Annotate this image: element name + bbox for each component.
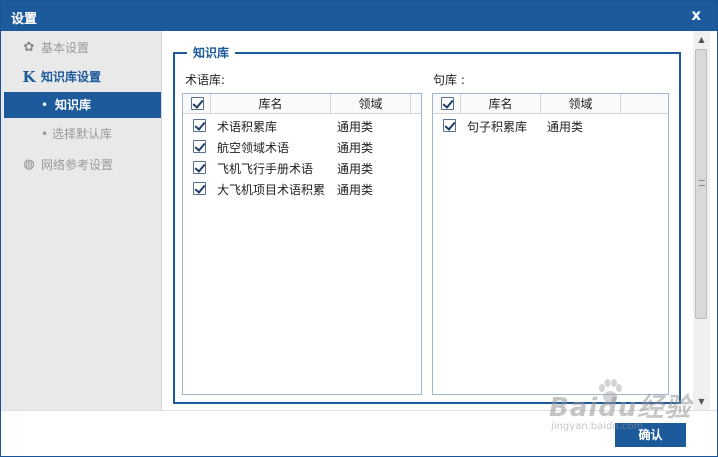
bullet-icon: • <box>41 127 49 141</box>
sidebar-item-label: 知识库 <box>55 98 92 112</box>
row-checkbox[interactable] <box>443 119 456 132</box>
header-checkbox-cell <box>183 94 211 114</box>
confirm-button[interactable]: 确认 <box>615 423 686 447</box>
table-row[interactable]: 大飞机项目术语积累 通用类 <box>183 179 421 200</box>
main-content: 知识库 术语库: 库名 领域 术语积累库 通用类 航空领域术语 通用类 飞机飞行… <box>163 31 693 410</box>
library-name: 术语积累库 <box>217 120 278 134</box>
table-row[interactable]: 句子积累库 通用类 <box>433 116 668 137</box>
dialog-footer: 确认 <box>1 410 717 456</box>
sidebar-item-knowledge-settings[interactable]: K 知识库设置 <box>1 64 162 90</box>
sidebar-item-default-library[interactable]: • 选择默认库 <box>1 121 162 147</box>
header-checkbox-cell <box>433 94 461 114</box>
select-all-checkbox[interactable] <box>441 97 454 110</box>
table-row[interactable]: 飞机飞行手册术语 通用类 <box>183 158 421 179</box>
sidebar-item-basic-settings[interactable]: ✿ 基本设置 <box>1 35 162 61</box>
select-all-checkbox[interactable] <box>191 97 204 110</box>
title-bar: 设置 x <box>1 1 717 31</box>
bullet-icon: • <box>41 98 49 112</box>
row-checkbox[interactable] <box>193 140 206 153</box>
sidebar-item-network-reference[interactable]: ◍ 网络参考设置 <box>1 152 162 178</box>
k-logo-icon: K <box>22 68 36 86</box>
sidebar-item-label: 网络参考设置 <box>41 158 114 172</box>
sentence-library-label: 句库 : <box>433 73 465 87</box>
library-name: 句子积累库 <box>467 120 528 134</box>
sidebar-item-label: 选择默认库 <box>52 127 113 141</box>
term-library-list[interactable]: 库名 领域 术语积累库 通用类 航空领域术语 通用类 飞机飞行手册术语 通用类 … <box>182 93 422 395</box>
library-name: 大飞机项目术语积累 <box>217 183 326 197</box>
column-header-name[interactable]: 库名 <box>211 94 331 114</box>
table-row[interactable]: 术语积累库 通用类 <box>183 116 421 137</box>
row-checkbox[interactable] <box>193 182 206 195</box>
sentence-library-list[interactable]: 库名 领域 句子积累库 通用类 <box>432 93 669 395</box>
column-header-domain[interactable]: 领域 <box>331 94 411 114</box>
library-domain: 通用类 <box>547 120 584 134</box>
settings-dialog: 设置 x ✿ 基本设置 K 知识库设置 • 知识库 • 选择默认库 ◍ 网络参考… <box>0 0 718 457</box>
scroll-down-icon[interactable]: ▼ <box>693 393 710 410</box>
library-domain: 通用类 <box>337 141 374 155</box>
library-name: 航空领域术语 <box>217 141 290 155</box>
gear-icon: ✿ <box>23 40 35 55</box>
globe-icon: ◍ <box>23 157 35 172</box>
library-name: 飞机飞行手册术语 <box>217 162 314 176</box>
library-domain: 通用类 <box>337 162 374 176</box>
grip-icon <box>699 180 705 186</box>
scroll-up-icon[interactable]: ▲ <box>693 31 710 48</box>
sidebar-item-label: 基本设置 <box>41 41 90 55</box>
library-domain: 通用类 <box>337 183 374 197</box>
column-header-name[interactable]: 库名 <box>461 94 541 114</box>
library-domain: 通用类 <box>337 120 374 134</box>
row-checkbox[interactable] <box>193 119 206 132</box>
sidebar-item-knowledge-base[interactable]: • 知识库 <box>4 92 161 118</box>
sentence-library-header: 库名 领域 <box>433 94 668 114</box>
vertical-scrollbar[interactable]: ▲ ▼ <box>693 31 710 410</box>
sidebar-item-label: 知识库设置 <box>41 70 102 84</box>
sidebar: ✿ 基本设置 K 知识库设置 • 知识库 • 选择默认库 ◍ 网络参考设置 <box>1 31 162 410</box>
window-title: 设置 <box>11 12 38 27</box>
scrollbar-thumb[interactable] <box>695 49 707 319</box>
row-checkbox[interactable] <box>193 161 206 174</box>
column-header-domain[interactable]: 领域 <box>541 94 621 114</box>
table-row[interactable]: 航空领域术语 通用类 <box>183 137 421 158</box>
term-library-header: 库名 领域 <box>183 94 421 114</box>
close-icon[interactable]: x <box>691 6 701 24</box>
fieldset-legend: 知识库 <box>187 44 236 61</box>
term-library-label: 术语库: <box>185 73 226 87</box>
